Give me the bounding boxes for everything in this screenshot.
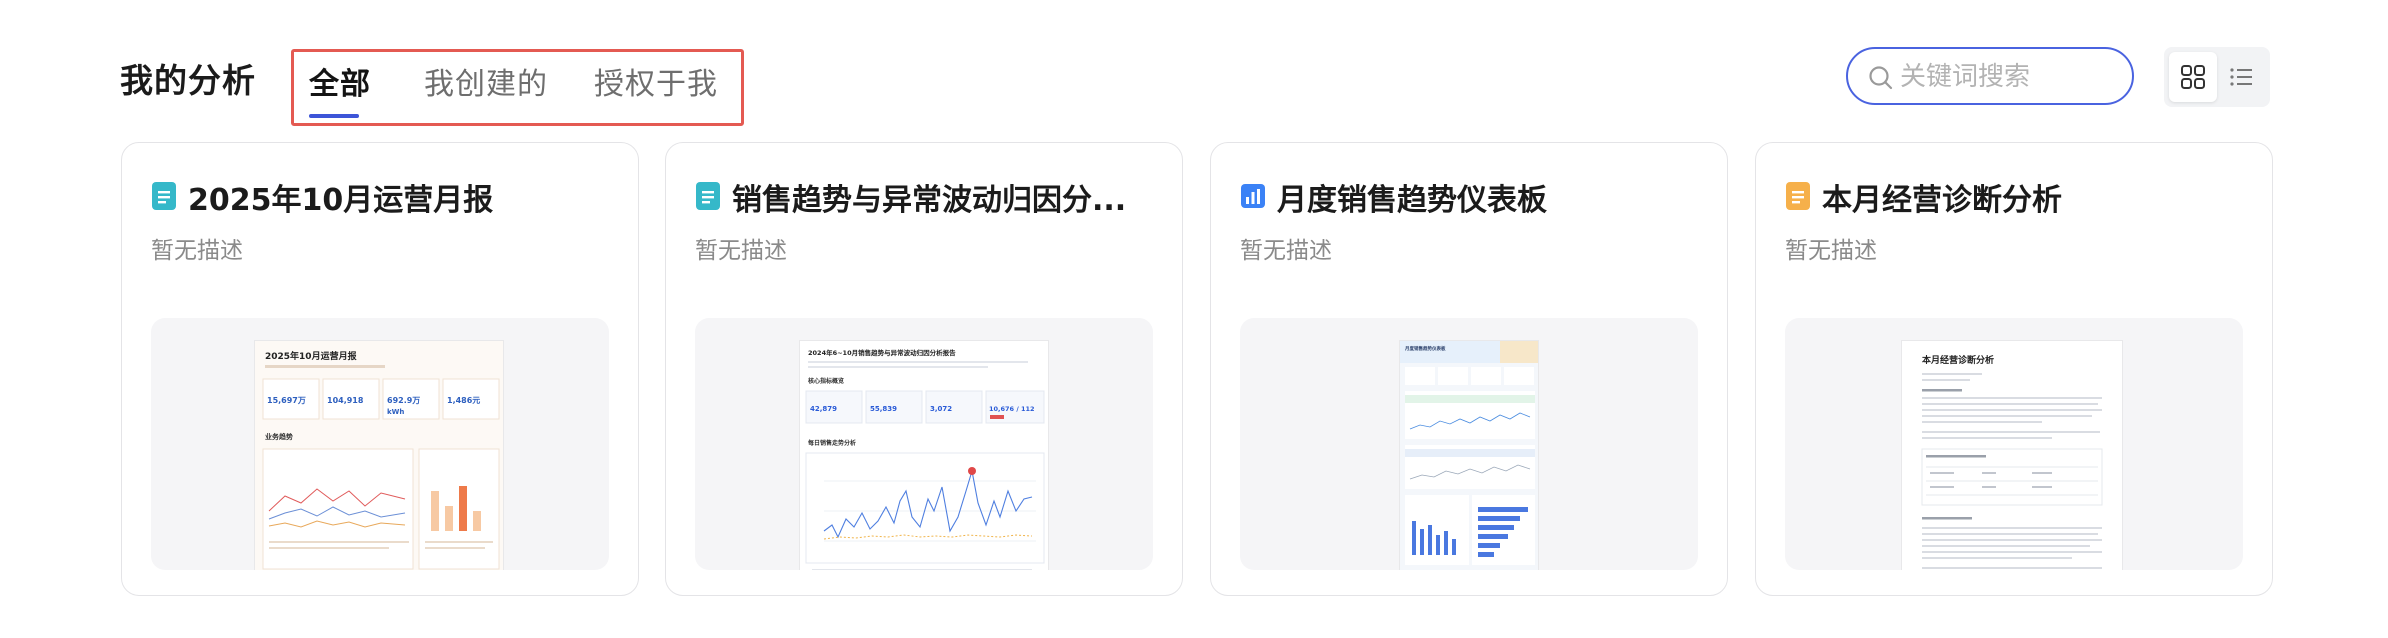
preview-kpi: 1,486元 <box>447 396 480 405</box>
preview-kpi: 15,697万 <box>267 396 306 405</box>
search-input[interactable] <box>1900 59 2120 95</box>
search-icon <box>1869 66 1893 90</box>
card-title: 2025年10月运营月报 <box>188 183 494 218</box>
analysis-card[interactable]: 2025年10月运营月报 暂无描述 2025年10月运营月报 15,697万 1… <box>121 142 639 596</box>
report-preview: 本月经营诊断分析 <box>1901 340 2123 570</box>
card-thumbnail: 月度销售趋势仪表板 <box>1240 318 1698 570</box>
card-thumbnail: 本月经营诊断分析 <box>1785 318 2243 570</box>
preview-kpi: 55,839 <box>870 405 897 413</box>
view-toggle <box>2164 47 2270 107</box>
dashboard-preview: 月度销售趋势仪表板 <box>1399 340 1539 570</box>
tab-created-by-me[interactable]: 我创建的 <box>424 59 548 103</box>
preview-section: 业务趋势 <box>265 432 293 441</box>
card-thumbnail: 2025年10月运营月报 15,697万 104,918 692.9万 kWh … <box>151 318 609 570</box>
preview-kpi: 104,918 <box>327 396 364 405</box>
card-thumbnail: 2024年6~10月销售趋势与异常波动归因分析报告 核心指标概览 42,879 … <box>695 318 1153 570</box>
analysis-card[interactable]: 本月经营诊断分析 暂无描述 本月经营诊断分析 <box>1755 142 2273 596</box>
preview-kpi: 42,879 <box>810 405 837 413</box>
card-description: 暂无描述 <box>151 238 243 264</box>
preview-heading: 2025年10月运营月报 <box>265 350 357 362</box>
card-title: 月度销售趋势仪表板 <box>1277 183 1547 218</box>
analysis-card[interactable]: 月度销售趋势仪表板 暂无描述 月度销售趋势仪表板 <box>1210 142 1728 596</box>
preview-kpi-unit: kWh <box>387 408 404 416</box>
tab-all[interactable]: 全部 <box>309 59 371 103</box>
grid-icon <box>2181 65 2205 89</box>
preview-kpi: 692.9万 <box>387 396 420 405</box>
preview-kpi: 10,676 / 112 <box>989 405 1035 413</box>
page-title: 我的分析 <box>120 61 256 100</box>
report-preview: 2024年6~10月销售趋势与异常波动归因分析报告 核心指标概览 42,879 … <box>799 340 1049 570</box>
analysis-card[interactable]: 销售趋势与异常波动归因分... 暂无描述 2024年6~10月销售趋势与异常波动… <box>665 142 1183 596</box>
card-title: 本月经营诊断分析 <box>1822 183 2062 218</box>
preview-section: 每日销售走势分析 <box>807 439 856 447</box>
preview-heading: 2024年6~10月销售趋势与异常波动归因分析报告 <box>808 348 956 357</box>
tab-authorized-to-me[interactable]: 授权于我 <box>594 59 718 103</box>
preview-heading: 月度销售趋势仪表板 <box>1404 345 1446 352</box>
document-teal-icon <box>152 182 176 210</box>
document-teal-icon <box>696 182 720 210</box>
report-preview: 2025年10月运营月报 15,697万 104,918 692.9万 kWh … <box>254 340 504 570</box>
list-icon <box>2230 68 2252 86</box>
card-description: 暂无描述 <box>1240 238 1332 264</box>
bar-chart-blue-icon <box>1241 184 1265 208</box>
document-orange-icon <box>1786 182 1810 210</box>
preview-heading: 本月经营诊断分析 <box>1922 354 1994 366</box>
preview-kpi: 3,072 <box>930 405 952 413</box>
grid-view-button[interactable] <box>2169 52 2217 102</box>
list-view-button[interactable] <box>2217 52 2265 102</box>
card-description: 暂无描述 <box>695 238 787 264</box>
card-description: 暂无描述 <box>1785 238 1877 264</box>
header: 我的分析 全部 我创建的 授权于我 <box>0 0 2388 150</box>
search-box[interactable] <box>1846 47 2134 105</box>
preview-section: 核心指标概览 <box>808 377 844 385</box>
active-tab-indicator <box>309 114 359 118</box>
card-title: 销售趋势与异常波动归因分... <box>732 183 1127 218</box>
